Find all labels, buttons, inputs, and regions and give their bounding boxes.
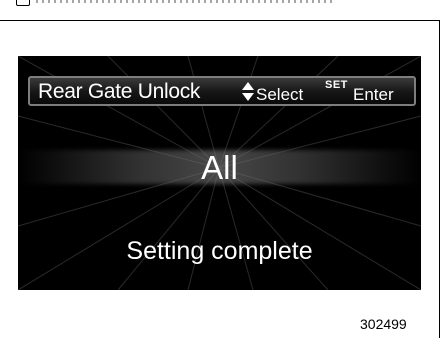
select-hint-label: Select — [256, 85, 304, 104]
header-bar: Rear Gate Unlock Select SET Enter — [28, 76, 416, 106]
figure-number: 302499 — [360, 316, 407, 332]
cropped-box-icon — [16, 0, 30, 6]
status-message: Setting complete — [126, 237, 313, 265]
up-down-triangle-icon — [242, 82, 254, 101]
enter-hint-label: Enter — [353, 85, 394, 104]
cropped-top-margin — [0, 0, 440, 10]
selected-value: All — [201, 149, 238, 186]
set-button-icon: SET — [325, 79, 348, 91]
multi-function-display: Rear Gate Unlock Select SET Enter All Se… — [18, 56, 421, 290]
cropped-text-fragment — [36, 0, 336, 3]
setting-title: Rear Gate Unlock — [38, 80, 201, 103]
